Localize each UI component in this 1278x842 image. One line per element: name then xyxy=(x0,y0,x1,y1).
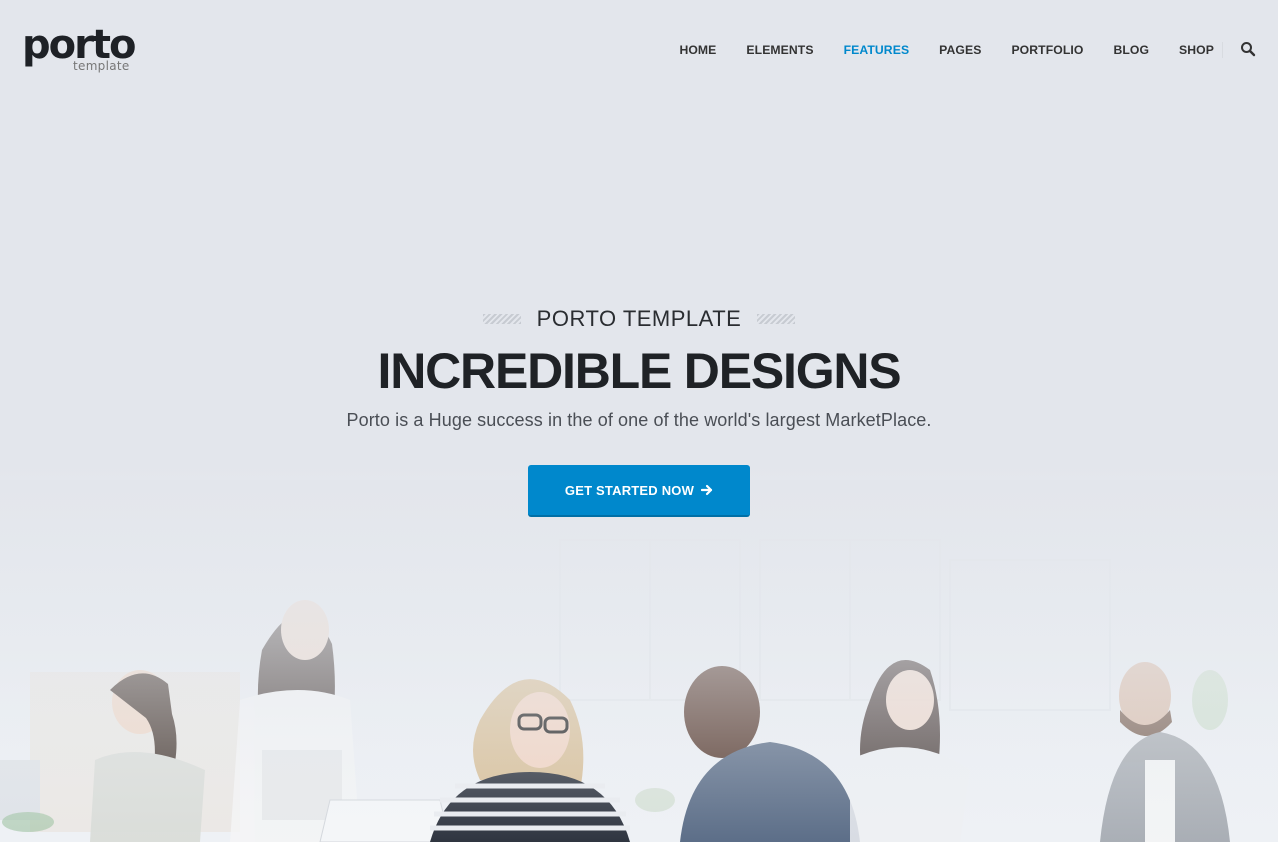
hero-kicker-text: PORTO TEMPLATE xyxy=(536,306,742,331)
arrow-right-icon xyxy=(701,484,713,496)
porto-logo[interactable]: porto template xyxy=(22,22,136,78)
site-header: porto template HOME ELEMENTS FEATURES PA… xyxy=(0,0,1278,100)
nav-item-home[interactable]: HOME xyxy=(679,43,716,57)
nav-item-elements[interactable]: ELEMENTS xyxy=(746,43,813,57)
main-navigation: HOME ELEMENTS FEATURES PAGES PORTFOLIO B… xyxy=(679,40,1214,60)
nav-item-portfolio[interactable]: PORTFOLIO xyxy=(1011,43,1083,57)
search-icon xyxy=(1241,42,1256,57)
logo-subtitle: template xyxy=(73,59,130,73)
nav-item-blog[interactable]: BLOG xyxy=(1113,43,1149,57)
nav-item-shop[interactable]: SHOP xyxy=(1179,43,1214,57)
nav-item-features[interactable]: FEATURES xyxy=(844,43,910,57)
hero-subline: Porto is a Huge success in the of one of… xyxy=(346,410,932,430)
search-button[interactable] xyxy=(1240,41,1256,57)
get-started-button-label: GET STARTED NOW xyxy=(564,482,695,498)
hero-kicker: PORTO TEMPLATE xyxy=(0,306,1278,336)
decorative-stripe-right xyxy=(757,314,796,324)
hero-headline: INCREDIBLE DESIGNS xyxy=(377,343,902,399)
nav-divider xyxy=(1222,42,1223,58)
nav-item-pages[interactable]: PAGES xyxy=(939,43,981,57)
get-started-button[interactable]: GET STARTED NOW xyxy=(528,465,750,517)
decorative-stripe-left xyxy=(482,314,521,324)
